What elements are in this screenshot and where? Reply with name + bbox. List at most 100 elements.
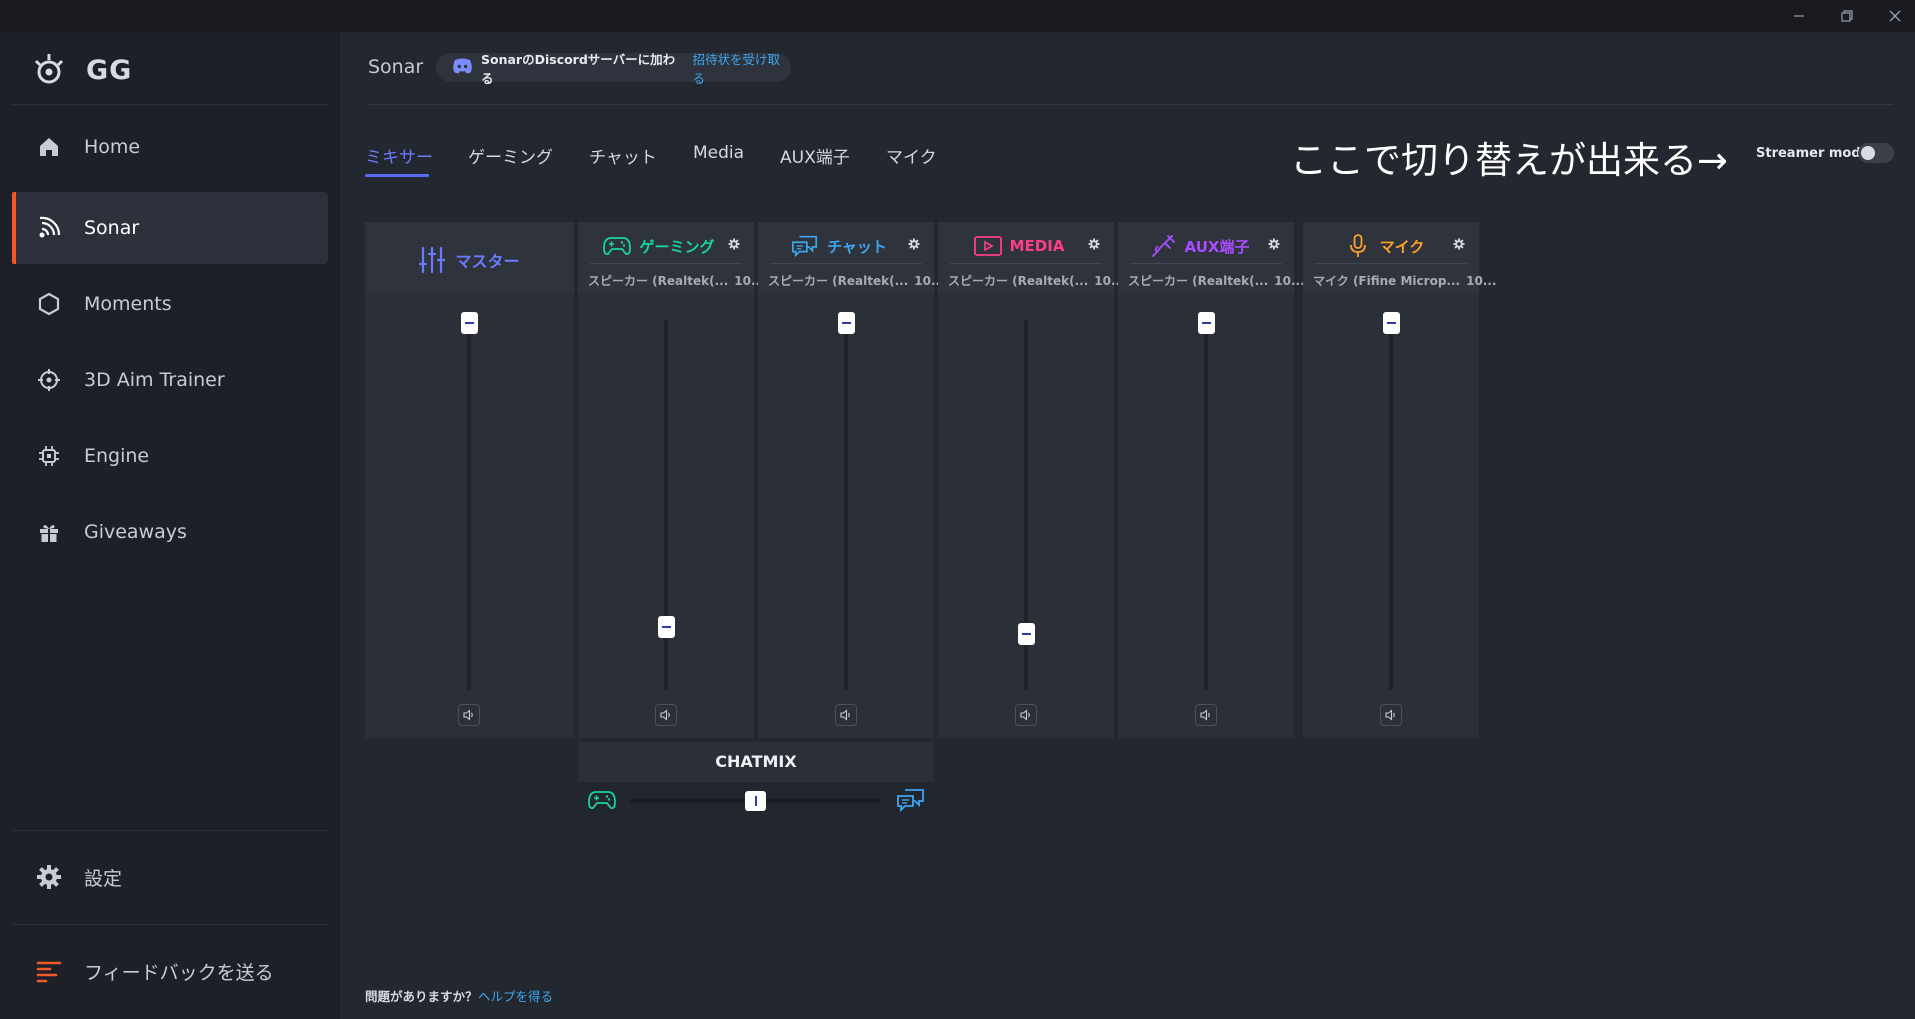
discord-banner[interactable]: SonarのDiscordサーバーに加わる 招待状を受け取る bbox=[436, 52, 791, 86]
input-device-selector[interactable]: マイク (Fifine Microp... 10... bbox=[1313, 272, 1496, 289]
tab-aux[interactable]: AUX端子 bbox=[780, 143, 850, 168]
aux-cable-icon bbox=[1149, 234, 1177, 258]
sidebar-divider bbox=[12, 830, 328, 831]
channel-settings-gear-icon[interactable] bbox=[1086, 236, 1102, 252]
annotation-text: ここで切り替えが出来る→ bbox=[1290, 139, 1729, 182]
channel-settings-gear-icon[interactable] bbox=[726, 236, 742, 252]
channel-mic: マイク マイク (Fifine Microp... 10... bbox=[1303, 222, 1496, 738]
app-logo[interactable]: GG bbox=[32, 50, 132, 90]
tab-media[interactable]: Media bbox=[693, 143, 744, 163]
chatmix-title: CHATMIX bbox=[715, 752, 797, 771]
volume-slider-track[interactable] bbox=[844, 320, 848, 690]
volume-slider-handle[interactable] bbox=[838, 312, 855, 334]
sidebar-item-engine[interactable]: Engine bbox=[12, 420, 328, 492]
discord-icon bbox=[452, 58, 473, 78]
discord-invite-link[interactable]: 招待状を受け取る bbox=[693, 49, 791, 87]
channel-header: ゲーミング スピーカー (Realtek(... 10... bbox=[578, 222, 765, 294]
speaker-icon bbox=[660, 706, 672, 725]
sidebar-item-home[interactable]: Home bbox=[12, 111, 328, 183]
sidebar-divider bbox=[12, 924, 328, 925]
channel-label: MEDIA bbox=[1009, 237, 1065, 255]
mute-button[interactable] bbox=[835, 704, 857, 726]
volume-slider-handle[interactable] bbox=[658, 616, 675, 639]
mute-button[interactable] bbox=[1195, 704, 1217, 726]
tab-gaming[interactable]: ゲーミング bbox=[468, 143, 553, 168]
sidebar-item-label: Sonar bbox=[84, 217, 140, 239]
mute-button[interactable] bbox=[1015, 704, 1037, 726]
device-name: マイク (Fifine Microp... bbox=[1313, 274, 1461, 288]
volume-slider-track[interactable] bbox=[1204, 320, 1208, 690]
chip-icon bbox=[36, 443, 62, 469]
volume-slider-handle[interactable] bbox=[461, 312, 478, 334]
feedback-label: フィードバックを送る bbox=[84, 961, 274, 984]
channel-header-divider bbox=[590, 263, 742, 264]
home-icon bbox=[36, 134, 62, 160]
channel-media: MEDIA スピーカー (Realtek(... 10... bbox=[938, 222, 1125, 738]
sidebar-item-3d-aim-trainer[interactable]: 3D Aim Trainer bbox=[12, 344, 328, 416]
discord-banner-text: SonarのDiscordサーバーに加わる bbox=[481, 51, 676, 86]
sidebar-divider bbox=[12, 104, 328, 105]
channel-header-divider bbox=[770, 263, 922, 264]
channel-settings-gear-icon[interactable] bbox=[1266, 236, 1282, 252]
mute-button[interactable] bbox=[655, 704, 677, 726]
sidebar-item-sonar[interactable]: Sonar bbox=[12, 192, 328, 264]
sidebar-item-label: Moments bbox=[84, 293, 172, 315]
steelseries-logo-icon bbox=[34, 54, 64, 84]
speaker-icon bbox=[1200, 706, 1212, 725]
tab-mic[interactable]: マイク bbox=[886, 143, 937, 168]
channel-label: チャット bbox=[827, 237, 887, 256]
channel-header: チャット スピーカー (Realtek(... 10... bbox=[758, 222, 945, 294]
sidebar-item-moments[interactable]: Moments bbox=[12, 268, 328, 340]
sliders-icon bbox=[419, 246, 446, 274]
device-name: スピーカー (Realtek(... bbox=[948, 274, 1089, 288]
volume-slider-track[interactable] bbox=[467, 320, 471, 690]
channel-header: マスター bbox=[365, 222, 574, 294]
output-device-selector[interactable]: スピーカー (Realtek(... 10... bbox=[1128, 272, 1305, 289]
mute-button[interactable] bbox=[458, 704, 480, 726]
speaker-icon bbox=[1020, 706, 1032, 725]
feedback-button[interactable]: フィードバックを送る bbox=[12, 935, 328, 1007]
chatmix-slider-handle[interactable] bbox=[745, 791, 766, 811]
volume-slider-handle[interactable] bbox=[1018, 623, 1035, 646]
settings-button[interactable]: 設定 bbox=[12, 841, 328, 913]
mute-button[interactable] bbox=[1380, 704, 1402, 726]
help-link[interactable]: ヘルプを得る bbox=[478, 986, 553, 1005]
output-device-selector[interactable]: スピーカー (Realtek(... 10... bbox=[768, 272, 945, 289]
restore-icon[interactable] bbox=[1824, 0, 1870, 32]
tab-mixer[interactable]: ミキサー bbox=[365, 143, 433, 168]
channel-master: マスター bbox=[365, 222, 574, 738]
channel-header-divider bbox=[950, 263, 1102, 264]
device-volume: 10... bbox=[1466, 274, 1497, 288]
sidebar-item-label: Home bbox=[84, 136, 141, 158]
volume-slider-handle[interactable] bbox=[1383, 312, 1400, 334]
sidebar-item-giveaways[interactable]: Giveaways bbox=[12, 496, 328, 568]
channel-settings-gear-icon[interactable] bbox=[1451, 236, 1467, 252]
device-volume: 10... bbox=[1274, 274, 1305, 288]
chatmix-bar bbox=[578, 782, 934, 820]
gear-icon bbox=[36, 864, 62, 890]
tab-chat[interactable]: チャット bbox=[589, 143, 657, 168]
microphone-icon bbox=[1344, 234, 1372, 258]
streamer-mode-toggle[interactable] bbox=[1858, 143, 1894, 163]
chat-bubbles-icon bbox=[896, 788, 926, 816]
channel-header-divider bbox=[1130, 263, 1282, 264]
channel-label: ゲーミング bbox=[639, 237, 715, 256]
gift-icon bbox=[36, 519, 62, 545]
close-icon[interactable] bbox=[1872, 0, 1915, 32]
output-device-selector[interactable]: スピーカー (Realtek(... 10... bbox=[948, 272, 1125, 289]
channel-settings-gear-icon[interactable] bbox=[906, 236, 922, 252]
channel-header: MEDIA スピーカー (Realtek(... 10... bbox=[938, 222, 1125, 294]
sonar-icon bbox=[36, 215, 62, 241]
volume-slider-track[interactable] bbox=[1389, 320, 1393, 690]
speaker-icon bbox=[1385, 706, 1397, 725]
help-text: 問題がありますか？ bbox=[365, 989, 478, 1004]
speaker-icon bbox=[463, 706, 475, 725]
device-name: スピーカー (Realtek(... bbox=[768, 274, 909, 288]
minimize-icon[interactable] bbox=[1776, 0, 1822, 32]
sidebar-item-label: Giveaways bbox=[84, 521, 187, 543]
volume-slider-handle[interactable] bbox=[1198, 312, 1215, 334]
sidebar-item-label: Engine bbox=[84, 445, 150, 467]
channel-header: マイク マイク (Fifine Microp... 10... bbox=[1303, 222, 1496, 294]
gamepad-icon bbox=[588, 790, 616, 814]
output-device-selector[interactable]: スピーカー (Realtek(... 10... bbox=[588, 272, 765, 289]
